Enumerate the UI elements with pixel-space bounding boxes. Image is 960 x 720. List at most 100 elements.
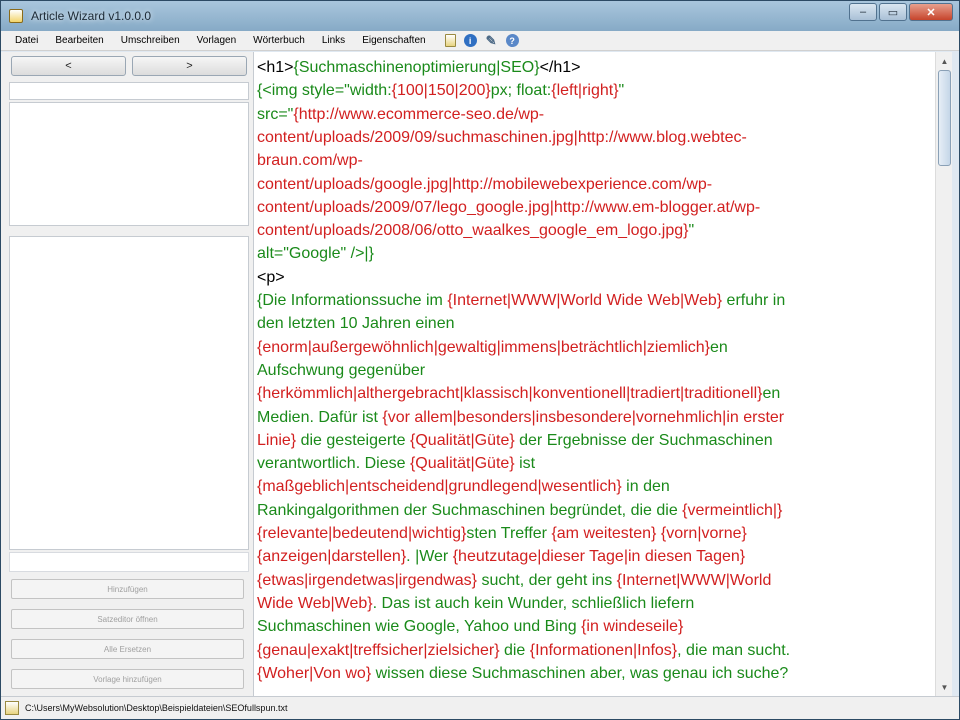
- spin-text: {am weitesten}: [551, 525, 657, 542]
- previous-button[interactable]: <: [11, 56, 126, 76]
- spin-text: {enorm|außergewöhnlich|gewaltig|immens|b…: [257, 338, 710, 356]
- next-button[interactable]: >: [132, 56, 247, 76]
- menu-vorlagen[interactable]: Vorlagen: [197, 35, 236, 46]
- editor-line: {herkömmlich|althergebracht|klassisch|ko…: [257, 382, 780, 405]
- input-field[interactable]: [9, 552, 249, 572]
- spin-text: braun.com/wp-: [257, 152, 363, 170]
- article-text: en: [710, 338, 728, 356]
- spin-text: Linie}: [257, 431, 297, 449]
- spin-text: {relevante|bedeutend|wichtig}: [257, 525, 467, 542]
- document-icon[interactable]: [444, 34, 456, 47]
- menu-links[interactable]: Links: [322, 35, 345, 46]
- article-text: Suchmaschinen wie Google, Yahoo und Bing: [257, 618, 582, 636]
- editor-line: src="{http://www.ecommerce-seo.de/wp-: [257, 103, 544, 126]
- left-panel: < > Hinzufügen Satzeditor öffnen Alle Er…: [1, 52, 253, 696]
- replace-all-button[interactable]: Alle Ersetzen: [11, 639, 244, 659]
- article-text: ": [688, 222, 695, 240]
- add-template-button[interactable]: Vorlage hinzufügen: [11, 669, 244, 689]
- editor-line: {anzeigen|darstellen}. |Wer {heutzutage|…: [257, 545, 745, 568]
- editor-line: verantwortlich. Diese {Qualität|Güte} is…: [257, 452, 535, 475]
- spin-text: content/uploads/google.jpg|http://mobile…: [257, 175, 713, 193]
- spin-text: {Internet|WWW|World: [616, 571, 772, 589]
- editor-line: <p>: [257, 266, 285, 289]
- menu-eigenschaften[interactable]: Eigenschaften: [362, 35, 425, 46]
- spin-text: {etwas|irgendetwas|irgendwas}: [257, 571, 477, 589]
- article-text: Rankingalgorithmen der Suchmaschinen beg…: [257, 501, 683, 519]
- help-icon[interactable]: ?: [505, 34, 519, 47]
- spin-text: {anzeigen|darstellen}: [257, 548, 407, 566]
- article-text: alt="Google" />|}: [257, 245, 374, 263]
- app-window: Article Wizard v1.0.0.0 – ▭ ✕ Datei Bear…: [0, 0, 960, 720]
- article-text: wissen diese Suchmaschinen aber, was gen…: [371, 664, 789, 682]
- spin-text: {vor allem|besonders|insbesondere|vorneh…: [382, 408, 785, 426]
- article-text: en: [762, 385, 781, 403]
- spin-text: {in windeseile}: [581, 618, 684, 636]
- tools-icon[interactable]: ✎: [485, 33, 498, 48]
- scroll-down-icon[interactable]: ▼: [938, 680, 951, 694]
- article-text: sten Treffer: [466, 525, 552, 542]
- editor-line: braun.com/wp-: [257, 149, 363, 172]
- editor-line: Suchmaschinen wie Google, Yahoo und Bing…: [257, 615, 683, 638]
- editor-line: <h1>{Suchmaschinenoptimierung|SEO}</h1>: [257, 56, 581, 79]
- html-tag: <p>: [257, 268, 285, 286]
- article-text: Medien. Dafür ist: [257, 408, 383, 426]
- status-bar: C:\Users\MyWebsolution\Desktop\Beispield…: [1, 696, 959, 719]
- maximize-icon[interactable]: ▭: [879, 3, 907, 21]
- spin-text: {vorn|vorne}: [660, 525, 747, 542]
- article-text: ": [618, 82, 625, 100]
- spin-text: Wide Web|Web}: [257, 594, 373, 612]
- scroll-thumb[interactable]: [938, 70, 951, 166]
- app-icon: [9, 9, 23, 23]
- spin-text: {genau|exakt|treffsicher|zielsicher}: [257, 641, 500, 659]
- minimize-icon[interactable]: –: [849, 3, 877, 21]
- vertical-scrollbar[interactable]: ▲ ▼: [935, 52, 952, 696]
- editor-line: {Die Informationssuche im {Internet|WWW|…: [257, 289, 785, 312]
- editor-line: den letzten 10 Jahren einen: [257, 312, 454, 335]
- window-controls: – ▭ ✕: [849, 3, 953, 21]
- html-tag: </h1>: [539, 59, 581, 76]
- article-text: . Das ist auch kein Wunder, schließlich …: [372, 594, 695, 612]
- html-tag: <h1>: [257, 59, 294, 76]
- scroll-up-icon[interactable]: ▲: [938, 54, 951, 68]
- title-bar[interactable]: Article Wizard v1.0.0.0 – ▭ ✕: [1, 1, 959, 31]
- spin-options-list[interactable]: [9, 236, 249, 550]
- spin-text: {Qualität|Güte}: [410, 431, 515, 449]
- article-text: . |Wer: [406, 548, 453, 566]
- text-editor[interactable]: <h1>{Suchmaschinenoptimierung|SEO}</h1> {…: [253, 52, 935, 696]
- article-text: Aufschwung gegenüber: [257, 361, 426, 379]
- menu-umschreiben[interactable]: Umschreiben: [121, 35, 180, 46]
- article-text: {Die Informationssuche im: [257, 292, 448, 309]
- article-text: , die man sucht.: [677, 641, 791, 659]
- menu-bearbeiten[interactable]: Bearbeiten: [55, 35, 103, 46]
- article-text: {<img style="width:: [257, 82, 392, 100]
- spin-text: {http://www.ecommerce-seo.de/wp-: [293, 105, 545, 123]
- add-button[interactable]: Hinzufügen: [11, 579, 244, 599]
- word-field[interactable]: [9, 82, 249, 100]
- editor-line: content/uploads/2008/06/otto_waalkes_goo…: [257, 219, 694, 242]
- sentence-editor-button[interactable]: Satzeditor öffnen: [11, 609, 244, 629]
- editor-line: {enorm|außergewöhnlich|gewaltig|immens|b…: [257, 336, 728, 359]
- spin-text: {Informationen|Infos}: [529, 641, 678, 659]
- info-icon[interactable]: i: [463, 34, 477, 47]
- article-text: den letzten 10 Jahren einen: [257, 315, 455, 333]
- spin-text: {Woher|Von wo}: [257, 664, 372, 682]
- menu-toolbar-icons: i ✎ ?: [444, 33, 519, 48]
- editor-line: Aufschwung gegenüber: [257, 359, 425, 382]
- spin-text: {vermeintlich|}: [682, 501, 783, 519]
- editor-line: content/uploads/google.jpg|http://mobile…: [257, 173, 712, 196]
- spin-text: {herkömmlich|althergebracht|klassisch|ko…: [257, 385, 763, 403]
- editor-line: Rankingalgorithmen der Suchmaschinen beg…: [257, 499, 782, 522]
- synonym-list[interactable]: [9, 102, 249, 226]
- article-text: der Ergebnisse der Suchmaschinen: [514, 431, 773, 449]
- menu-bar: Datei Bearbeiten Umschreiben Vorlagen Wö…: [1, 31, 959, 51]
- article-text: die gesteigerte: [296, 431, 411, 449]
- article-text: in den: [621, 478, 670, 496]
- menu-datei[interactable]: Datei: [15, 35, 38, 46]
- spin-text: {heutzutage|dieser Tage|in diesen Tagen}: [452, 548, 746, 566]
- editor-line: Medien. Dafür ist {vor allem|besonders|i…: [257, 406, 784, 429]
- menu-woerterbuch[interactable]: Wörterbuch: [253, 35, 305, 46]
- article-text: src=": [257, 105, 294, 123]
- spin-text: {Internet|WWW|World Wide Web|Web}: [447, 292, 723, 309]
- article-text: px; float:: [490, 82, 552, 100]
- close-icon[interactable]: ✕: [909, 3, 953, 21]
